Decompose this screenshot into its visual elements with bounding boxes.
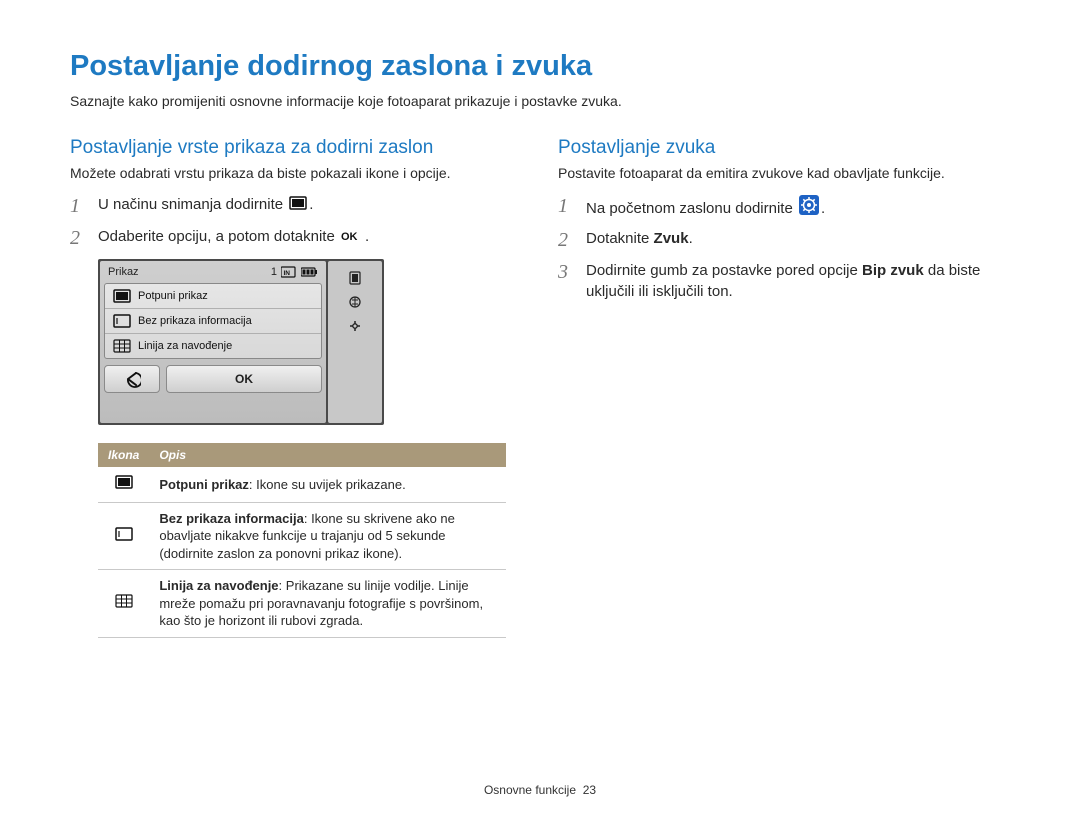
option-label: Linija za navođenje: [138, 340, 232, 352]
cell-desc: Potpuni prikaz: Ikone su uvijek prikazan…: [149, 467, 506, 502]
right-column: Postavljanje zvuka Postavite fotoaparat …: [558, 137, 1010, 638]
battery-icon: [301, 266, 318, 278]
device-header-right: 1: [271, 266, 318, 278]
device-main-pane: Prikaz 1 Potpuni prikaz Bez prikaza inf: [100, 261, 326, 423]
left-heading: Postavljanje vrste prikaza za dodirni za…: [70, 137, 522, 159]
step-text: .: [821, 200, 825, 217]
side-icon-3[interactable]: [348, 319, 362, 333]
device-option-grid[interactable]: Linija za navođenje: [105, 334, 321, 358]
side-icon-1[interactable]: [348, 271, 362, 285]
storage-in-icon: [281, 266, 297, 278]
step-text: U načinu snimanja dodirnite: [98, 196, 287, 213]
icon-description-table: Ikona Opis Potpuni prikaz: Ikone su uvij…: [98, 443, 506, 638]
right-step-3: 3 Dodirnite gumb za postavke pored opcij…: [558, 261, 1010, 302]
desc-text: : Ikone su uvijek prikazane.: [249, 477, 406, 492]
desc-bold: Linija za navođenje: [159, 578, 278, 593]
step-text: Na početnom zaslonu dodirnite: [586, 200, 797, 217]
left-steps: 1 U načinu snimanja dodirnite . 2 Odaber…: [70, 195, 522, 249]
left-column: Postavljanje vrste prikaza za dodirni za…: [70, 137, 522, 638]
device-counter: 1: [271, 266, 277, 278]
table-row: Bez prikaza informacija: Ikone su skrive…: [98, 502, 506, 570]
device-footer: OK: [104, 365, 322, 393]
step-text: .: [365, 228, 369, 245]
table-row: Linija za navođenje: Prikazane su linije…: [98, 570, 506, 638]
device-ok-button[interactable]: OK: [166, 365, 322, 393]
step-body: Dodirnite gumb za postavke pored opcije …: [586, 261, 1010, 302]
display-grid-icon: [113, 338, 131, 354]
left-step-1: 1 U načinu snimanja dodirnite .: [70, 195, 522, 217]
display-empty-icon: [113, 313, 131, 329]
option-label: Potpuni prikaz: [138, 290, 208, 302]
cell-desc: Bez prikaza informacija: Ikone su skrive…: [149, 502, 506, 570]
device-option-noinfo[interactable]: Bez prikaza informacija: [105, 309, 321, 334]
footer-section: Osnovne funkcije: [484, 783, 576, 797]
step-body: U načinu snimanja dodirnite .: [98, 195, 522, 215]
cell-desc: Linija za navođenje: Prikazane su linije…: [149, 570, 506, 638]
right-steps: 1 Na početnom zaslonu dodirnite . 2 Dota…: [558, 195, 1010, 302]
right-step-2: 2 Dotaknite Zvuk.: [558, 229, 1010, 251]
table-row: Potpuni prikaz: Ikone su uvijek prikazan…: [98, 467, 506, 502]
desc-bold: Potpuni prikaz: [159, 477, 249, 492]
display-grid-icon: [115, 593, 133, 609]
device-title: Prikaz: [108, 266, 139, 278]
th-desc: Opis: [149, 443, 506, 467]
step-body: Na početnom zaslonu dodirnite .: [586, 195, 1010, 219]
device-side-pane: [328, 261, 382, 423]
display-full-icon: [113, 288, 131, 304]
left-subintro: Možete odabrati vrstu prikaza da biste p…: [70, 165, 522, 181]
right-heading: Postavljanje zvuka: [558, 137, 1010, 159]
step-number: 3: [558, 261, 576, 283]
device-mockup: Prikaz 1 Potpuni prikaz Bez prikaza inf: [98, 259, 384, 425]
step-number: 1: [558, 195, 576, 217]
footer-page: 23: [583, 783, 596, 797]
side-icon-2[interactable]: [348, 295, 362, 309]
left-step-2: 2 Odaberite opciju, a potom dotaknite .: [70, 227, 522, 249]
display-full-icon: [289, 195, 307, 211]
ok-label: OK: [235, 372, 253, 386]
device-options: Potpuni prikaz Bez prikaza informacija L…: [104, 283, 322, 359]
step-text: Dotaknite: [586, 230, 654, 247]
step-number: 1: [70, 195, 88, 217]
settings-gear-icon: [799, 195, 819, 215]
option-label: Bez prikaza informacija: [138, 315, 252, 327]
display-empty-icon: [115, 526, 133, 542]
page-intro: Saznajte kako promijeniti osnovne inform…: [70, 93, 1010, 109]
device-header: Prikaz 1: [100, 261, 326, 283]
step-text: Dodirnite gumb za postavke pored opcije: [586, 262, 862, 279]
step-body: Dotaknite Zvuk.: [586, 229, 1010, 249]
th-icon: Ikona: [98, 443, 149, 467]
content-columns: Postavljanje vrste prikaza za dodirni za…: [70, 137, 1010, 638]
step-text: .: [309, 196, 313, 213]
page-title: Postavljanje dodirnog zaslona i zvuka: [70, 50, 1010, 83]
step-text: Odaberite opciju, a potom dotaknite: [98, 228, 339, 245]
step-number: 2: [558, 229, 576, 251]
right-step-1: 1 Na početnom zaslonu dodirnite .: [558, 195, 1010, 219]
right-subintro: Postavite fotoaparat da emitira zvukove …: [558, 165, 1010, 181]
desc-bold: Bez prikaza informacija: [159, 511, 304, 526]
page-footer: Osnovne funkcije 23: [0, 783, 1080, 797]
step-text: .: [689, 230, 693, 247]
device-back-button[interactable]: [104, 365, 160, 393]
display-full-icon: [115, 474, 133, 490]
step-number: 2: [70, 227, 88, 249]
back-icon: [123, 369, 141, 389]
step-body: Odaberite opciju, a potom dotaknite .: [98, 227, 522, 247]
ok-icon: [341, 229, 363, 243]
step-bold: Zvuk: [654, 230, 689, 247]
device-option-full[interactable]: Potpuni prikaz: [105, 284, 321, 309]
step-bold: Bip zvuk: [862, 262, 924, 279]
